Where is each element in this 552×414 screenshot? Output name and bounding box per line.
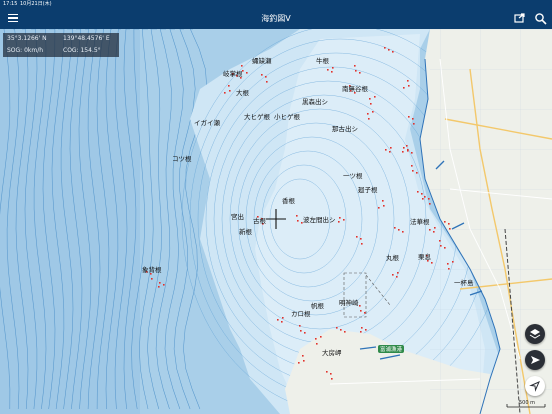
locate-button[interactable] (525, 376, 545, 396)
sog-value: SOG: 0km/h (7, 47, 44, 54)
map-label: 大房岬 (322, 349, 342, 357)
top-nav-bar: 海釣図V (0, 8, 552, 29)
scale-bar: 500 m (505, 400, 547, 408)
map-label: 香根 (282, 197, 295, 205)
map-label: 法華根 (410, 218, 430, 226)
map-label: 帆根 (311, 302, 324, 310)
nautical-map[interactable]: 35°3.1266' N 139°48.4576' E SOG: 0km/h C… (0, 29, 552, 414)
map-label: 牛根 (316, 57, 329, 65)
map-label: 一ツ根 (343, 172, 363, 180)
app-title: 海釣図V (261, 14, 291, 23)
map-label: 波左間出シ (303, 216, 336, 224)
map-label: 蝿缺瀬 (252, 57, 272, 65)
map-label: 岐掌根 (223, 70, 243, 78)
map-label: イガイ瀬 (194, 119, 220, 127)
map-label: 小ヒゲ根 (274, 113, 300, 121)
locate-icon (529, 381, 540, 392)
navigate-icon (531, 356, 540, 364)
status-date: 10月21日(木) (20, 1, 52, 7)
map-label: 栗息 (418, 253, 431, 261)
latitude-value: 35°3.1266' N (7, 35, 47, 42)
map-label: 一杯島 (454, 279, 474, 287)
map-label: 廻子根 (358, 186, 378, 194)
status-time: 17:15 (3, 1, 18, 7)
map-label: 丸根 (386, 254, 399, 262)
map-canvas (0, 29, 552, 414)
map-label: 宮出 (231, 213, 244, 221)
map-label: 象背根 (142, 266, 162, 274)
map-label: 黒森出シ (302, 98, 328, 106)
navigate-button[interactable] (525, 350, 545, 370)
search-icon[interactable] (534, 12, 547, 25)
map-label: 富浦漁港 (378, 345, 405, 353)
layers-button[interactable] (525, 324, 545, 344)
longitude-value: 139°48.4576' E (63, 35, 110, 42)
layers-icon (529, 329, 541, 339)
position-info-panel: 35°3.1266' N 139°48.4576' E SOG: 0km/h C… (3, 33, 119, 57)
map-label: 南無谷根 (342, 85, 368, 93)
map-label: カロ根 (291, 310, 311, 318)
export-icon[interactable] (513, 12, 526, 25)
map-label: 大ヒゲ根 (244, 113, 270, 121)
map-label: 大根 (236, 89, 249, 97)
status-bar: 17:15 10月21日(木) (0, 0, 552, 8)
map-label: 明神崎 (339, 299, 359, 307)
map-label: コツ根 (172, 155, 192, 163)
map-label: 古根 (253, 217, 266, 225)
map-label: 那古出シ (332, 125, 358, 133)
map-label: 新根 (239, 228, 252, 236)
cog-value: COG: 154.5° (63, 47, 101, 54)
